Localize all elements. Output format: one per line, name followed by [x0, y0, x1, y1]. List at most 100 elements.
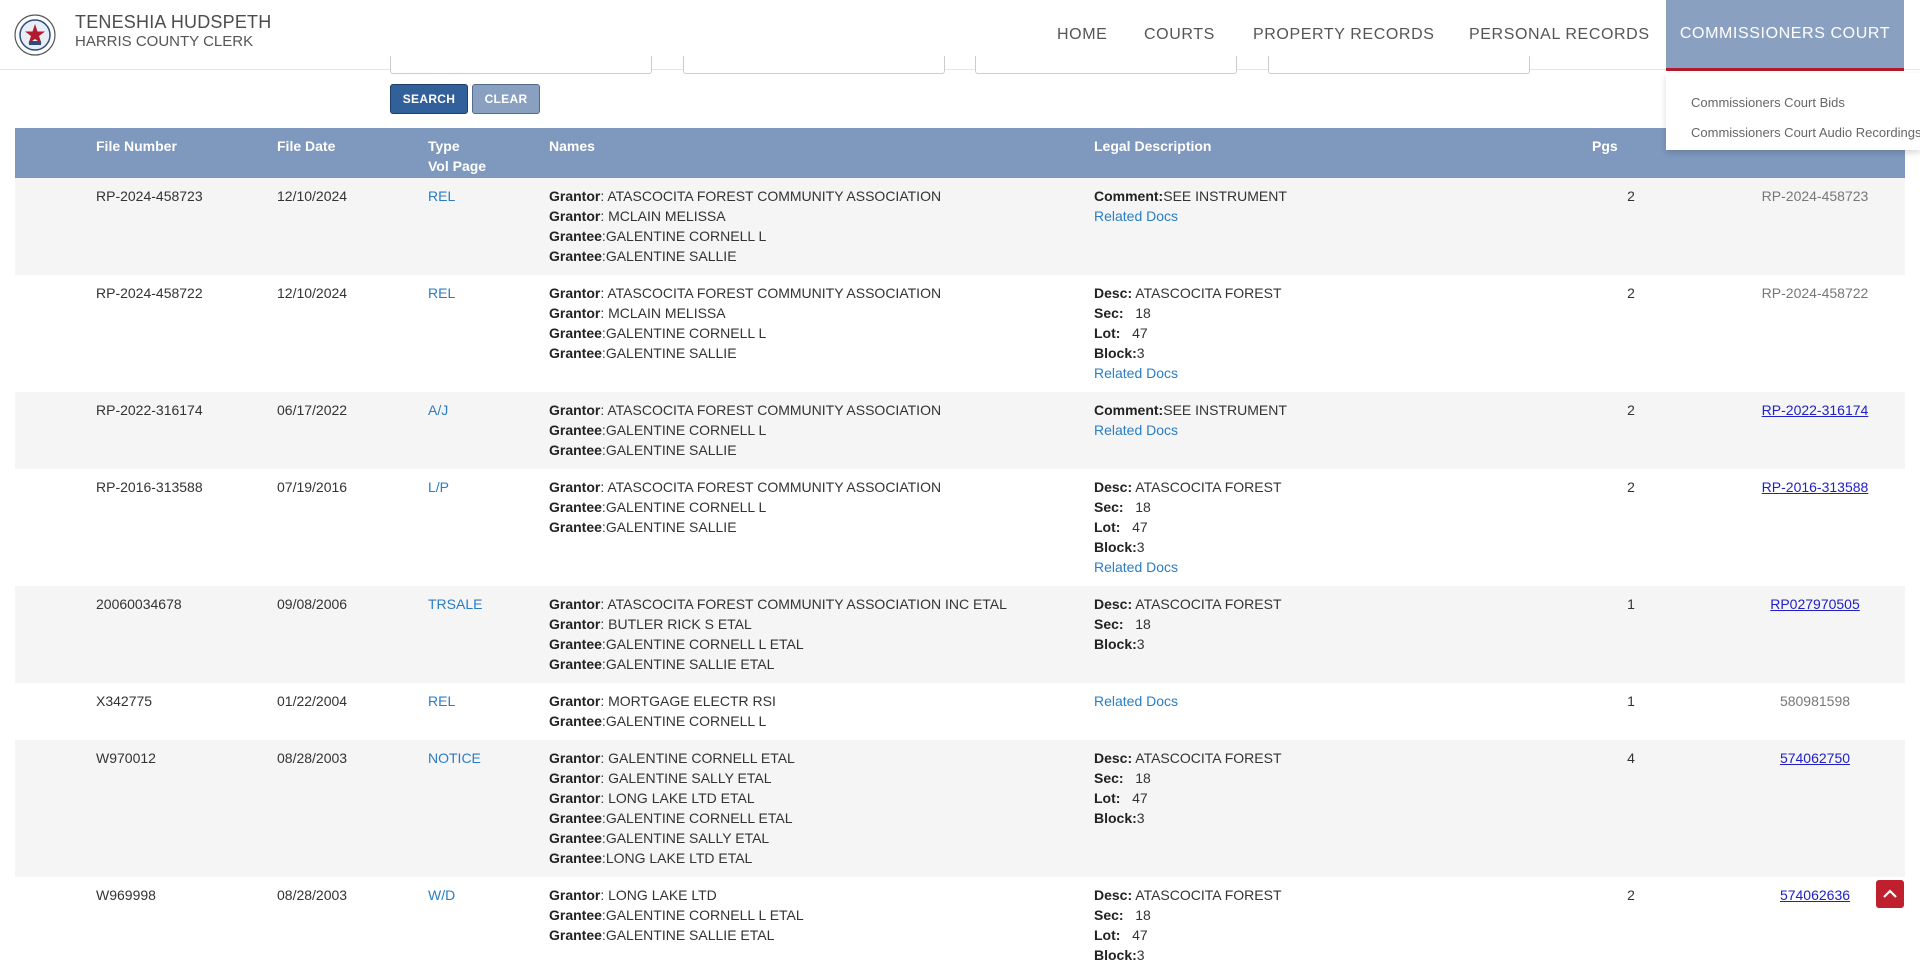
page-count: 1 — [1627, 693, 1635, 709]
legal-key: Lot: — [1094, 790, 1121, 806]
party-line: Grantor: LONG LAKE LTD ETAL — [549, 790, 755, 806]
search-field-2[interactable] — [683, 56, 945, 74]
page-count: 4 — [1627, 750, 1635, 766]
legal-value: 18 — [1135, 616, 1151, 632]
instrument-type-link[interactable]: REL — [428, 283, 455, 303]
party-role: Grantee — [549, 248, 602, 264]
party-role: Grantor — [549, 596, 601, 612]
related-docs-link[interactable]: Related Docs — [1094, 420, 1287, 440]
film-code-link[interactable]: RP027970505 — [1715, 594, 1915, 614]
legal-line: Lot: 47 — [1094, 517, 1282, 537]
party-role: Grantor — [549, 208, 601, 224]
party-role: Grantee — [549, 713, 602, 729]
legal-line: Desc: ATASCOCITA FOREST — [1094, 477, 1282, 497]
party-line: Grantee:GALENTINE CORNELL L — [549, 228, 767, 244]
legal-description: Desc: ATASCOCITA FOREST Sec: 18 Lot: 47 Blo… — [1094, 885, 1282, 965]
party-line: Grantor: MCLAIN MELISSA — [549, 208, 726, 224]
col-legal-description: Legal Description — [1094, 138, 1212, 154]
clear-button[interactable]: CLEAR — [472, 84, 540, 114]
search-button[interactable]: SEARCH — [390, 84, 468, 114]
instrument-type-link[interactable]: REL — [428, 691, 455, 711]
instrument-type-link[interactable]: L/P — [428, 477, 449, 497]
search-field-3[interactable] — [975, 56, 1237, 74]
party-name: GALENTINE SALLIE — [605, 442, 737, 458]
file-date: 07/19/2016 — [277, 479, 348, 495]
nav-home-label[interactable]: HOME — [1057, 26, 1107, 44]
file-number: RP-2016-313588 — [96, 479, 203, 495]
legal-key: Sec: — [1094, 907, 1124, 923]
party-name: ATASCOCITA FOREST COMMUNITY ASSOCIATION — [607, 402, 942, 418]
search-field-4[interactable] — [1268, 56, 1530, 74]
legal-value: ATASCOCITA FOREST — [1135, 750, 1282, 766]
legal-value: 18 — [1135, 907, 1151, 923]
legal-line: Desc: ATASCOCITA FOREST — [1094, 283, 1282, 303]
party-name: GALENTINE CORNELL L — [605, 422, 767, 438]
legal-value: 3 — [1136, 947, 1145, 963]
party-name: MCLAIN MELISSA — [608, 208, 726, 224]
related-docs-link[interactable]: Related Docs — [1094, 363, 1282, 383]
party-role: Grantor — [549, 693, 601, 709]
legal-value: 47 — [1132, 927, 1148, 943]
legal-key: Block: — [1094, 345, 1137, 361]
party-line: Grantee:GALENTINE SALLIE — [549, 442, 737, 458]
party-line: Grantee:GALENTINE CORNELL L — [549, 325, 767, 341]
party-line: Grantee:GALENTINE CORNELL L ETAL — [549, 636, 804, 652]
file-number: W970012 — [96, 750, 156, 766]
legal-key: Desc: — [1094, 285, 1133, 301]
scroll-to-top-button[interactable] — [1876, 880, 1904, 908]
page-count: 2 — [1627, 479, 1635, 495]
nav-property-label[interactable]: PROPERTY RECORDS — [1253, 26, 1435, 44]
file-number: W969998 — [96, 887, 156, 903]
party-role: Grantor — [549, 188, 601, 204]
party-line: Grantee:GALENTINE CORNELL L — [549, 713, 767, 729]
related-docs-link[interactable]: Related Docs — [1094, 557, 1282, 577]
legal-value: ATASCOCITA FOREST — [1135, 887, 1282, 903]
film-code-link[interactable]: RP-2022-316174 — [1715, 400, 1915, 420]
table-row: W969998 08/28/2003 W/D Grantor: LONG LAKE L… — [15, 877, 1905, 974]
party-role: Grantee — [549, 927, 602, 943]
chevron-up-icon — [1883, 889, 1897, 898]
legal-value: 18 — [1135, 770, 1151, 786]
party-name: ATASCOCITA FOREST COMMUNITY ASSOCIATION … — [607, 596, 1007, 612]
related-docs-link[interactable]: Related Docs — [1094, 206, 1287, 226]
nav-personal-label[interactable]: PERSONAL RECORDS — [1469, 26, 1650, 44]
legal-value: 3 — [1136, 810, 1145, 826]
legal-key: Desc: — [1094, 750, 1133, 766]
related-docs-link[interactable]: Related Docs — [1094, 691, 1178, 711]
page-count: 2 — [1627, 188, 1635, 204]
instrument-type-link[interactable]: TRSALE — [428, 594, 482, 614]
col-file-date: File Date — [277, 138, 336, 154]
legal-line: Sec: 18 — [1094, 614, 1282, 634]
county-seal-icon[interactable] — [14, 14, 56, 56]
instrument-type-link[interactable]: W/D — [428, 885, 455, 905]
instrument-type-link[interactable]: NOTICE — [428, 748, 481, 768]
legal-key: Block: — [1094, 636, 1137, 652]
col-type-label: Type — [428, 138, 460, 154]
party-name: MORTGAGE ELECTR RSI — [608, 693, 776, 709]
party-name: GALENTINE CORNELL L — [605, 325, 767, 341]
party-line: Grantee:GALENTINE SALLY ETAL — [549, 830, 770, 846]
party-line: Grantee:LONG LAKE LTD ETAL — [549, 850, 753, 866]
party-role: Grantor — [549, 402, 601, 418]
party-role: Grantee — [549, 907, 602, 923]
party-name: GALENTINE CORNELL L — [605, 228, 767, 244]
col-pgs: Pgs — [1592, 138, 1618, 154]
party-line: Grantee:GALENTINE SALLIE — [549, 345, 737, 361]
party-name: GALENTINE CORNELL L — [605, 499, 767, 515]
party-role: Grantee — [549, 422, 602, 438]
col-type: Type Vol Page — [428, 136, 486, 176]
clerk-name[interactable]: TENESHIA HUDSPETH — [75, 12, 271, 33]
nav-commissioners-court[interactable]: COMMISSIONERS COURT — [1666, 0, 1904, 71]
party-name: GALENTINE CORNELL L ETAL — [605, 907, 804, 923]
legal-value: 47 — [1132, 519, 1148, 535]
file-date: 09/08/2006 — [277, 596, 348, 612]
instrument-type-link[interactable]: REL — [428, 186, 455, 206]
search-field-1[interactable] — [390, 56, 652, 74]
dropdown-item-bids[interactable]: Commissioners Court Bids — [1691, 95, 1845, 110]
dropdown-item-audio[interactable]: Commissioners Court Audio Recordings — [1691, 125, 1920, 140]
film-code-link[interactable]: RP-2016-313588 — [1715, 477, 1915, 497]
nav-courts-label[interactable]: COURTS — [1144, 26, 1215, 44]
legal-line: Comment:SEE INSTRUMENT — [1094, 400, 1287, 420]
instrument-type-link[interactable]: A/J — [428, 400, 448, 420]
film-code-link[interactable]: 574062750 — [1715, 748, 1915, 768]
